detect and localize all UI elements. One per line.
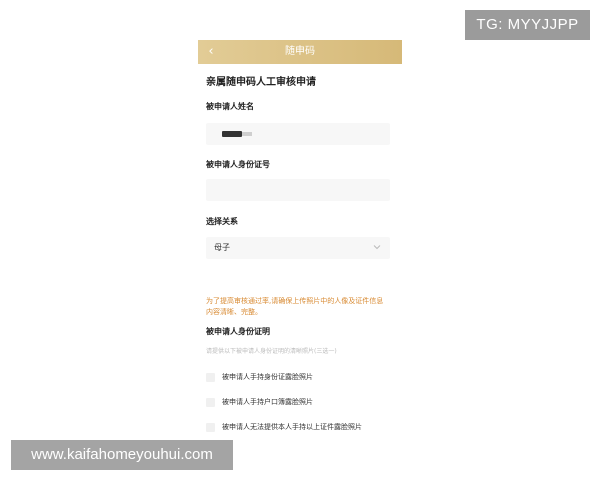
phone-screen: ‹ 随申码 亲属随申码人工审核申请 被申请人姓名 被申请人身份证号 选择关系 母… [198,40,402,440]
proof-option-household-register[interactable]: 被申请人手持户口簿露脸照片 [206,396,396,410]
proof-option-id-card[interactable]: 被申请人手持身份证露脸照片 [206,371,396,385]
proof-option-unavailable[interactable]: 被申请人无法提供本人手持以上证件露脸照片 [206,421,396,435]
proof-hint: 请提供以下被申请人身份证明的清晰照片(三选一) [206,348,337,355]
page-title: 亲属随申码人工审核申请 [206,77,316,88]
checkbox[interactable] [206,423,215,432]
proof-option-label: 被申请人无法提供本人手持以上证件露脸照片 [222,423,362,431]
relation-select-value: 母子 [214,243,230,252]
relation-label: 选择关系 [206,217,238,226]
warning-message: 为了提高审核通过率,请确保上传照片中的人像及证件信息内容清晰、完整。 [206,297,384,316]
checkbox[interactable] [206,373,215,382]
relation-select[interactable]: 母子 [206,237,390,259]
nav-bar: ‹ 随申码 [198,40,402,64]
name-field[interactable] [206,123,390,145]
nav-title: 随申码 [285,46,315,57]
id-number-field[interactable] [206,179,390,201]
chevron-down-icon [373,245,381,250]
proof-label: 被申请人身份证明 [206,327,270,336]
name-label: 被申请人姓名 [206,102,254,111]
checkbox[interactable] [206,398,215,407]
proof-option-label: 被申请人手持户口簿露脸照片 [222,398,313,406]
masked-name-value [222,131,252,137]
proof-option-label: 被申请人手持身份证露脸照片 [222,373,313,381]
id-number-label: 被申请人身份证号 [206,160,270,169]
watermark-bottom: www.kaifahomeyouhui.com [11,440,233,470]
watermark-top: TG: MYYJJPP [465,10,590,40]
